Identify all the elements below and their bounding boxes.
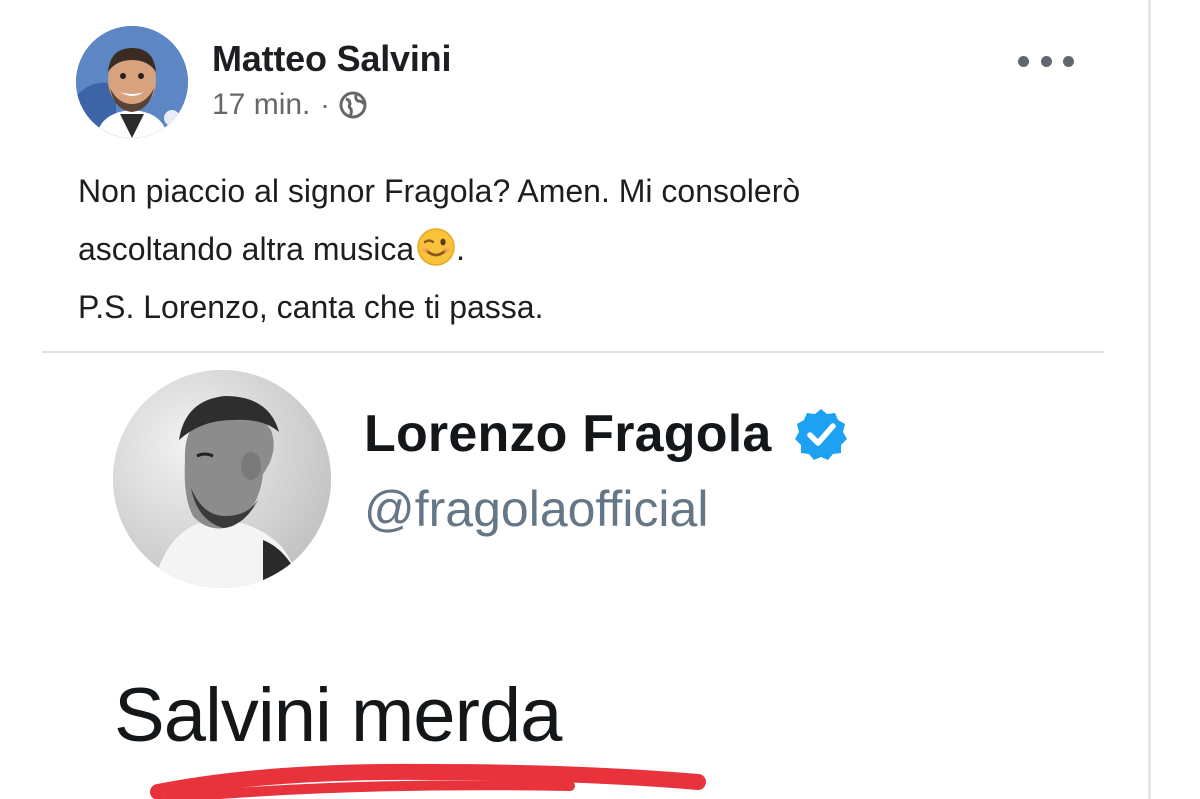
post-meta: 17 min. · bbox=[212, 88, 368, 122]
post-text-line-2-text: ascoltando altra musica bbox=[78, 231, 415, 267]
more-options-button[interactable] bbox=[1018, 46, 1074, 76]
meta-separator: · bbox=[320, 89, 330, 120]
red-underline-mark bbox=[150, 763, 706, 799]
tweet-text: Salvini merda bbox=[114, 673, 562, 758]
tweet-author-handle[interactable]: @fragolaofficial bbox=[364, 480, 708, 538]
globe-icon[interactable] bbox=[338, 90, 368, 120]
author-name[interactable]: Matteo Salvini bbox=[212, 38, 451, 80]
post-timestamp[interactable]: 17 min. bbox=[212, 88, 310, 122]
post-text-line-2-period: . bbox=[456, 231, 466, 267]
wink-emoji-icon bbox=[416, 227, 456, 267]
screenshot-page: Matteo Salvini 17 min. · Non piaccio al … bbox=[0, 0, 1200, 799]
post-text-line-1: Non piaccio al signor Fragola? Amen. Mi … bbox=[78, 173, 801, 209]
post-text-line-2: ascoltando altra musica . bbox=[78, 220, 1128, 278]
tweet-author-name[interactable]: Lorenzo Fragola bbox=[364, 404, 771, 464]
post-text-line-3: P.S. Lorenzo, canta che ti passa. bbox=[78, 289, 544, 325]
tweet-name-row: Lorenzo Fragola bbox=[364, 404, 849, 464]
post-text: Non piaccio al signor Fragola? Amen. Mi … bbox=[78, 162, 1128, 336]
more-dot bbox=[1063, 55, 1074, 67]
verified-badge-icon bbox=[793, 406, 849, 462]
right-border bbox=[1148, 0, 1151, 799]
post-divider bbox=[42, 351, 1104, 353]
author-avatar[interactable] bbox=[76, 26, 188, 138]
author-avatar-image bbox=[76, 26, 188, 138]
tweet-avatar-image bbox=[113, 370, 331, 588]
more-dot bbox=[1040, 55, 1052, 67]
more-dot bbox=[1018, 55, 1029, 67]
tweet-author-avatar[interactable] bbox=[113, 370, 331, 588]
